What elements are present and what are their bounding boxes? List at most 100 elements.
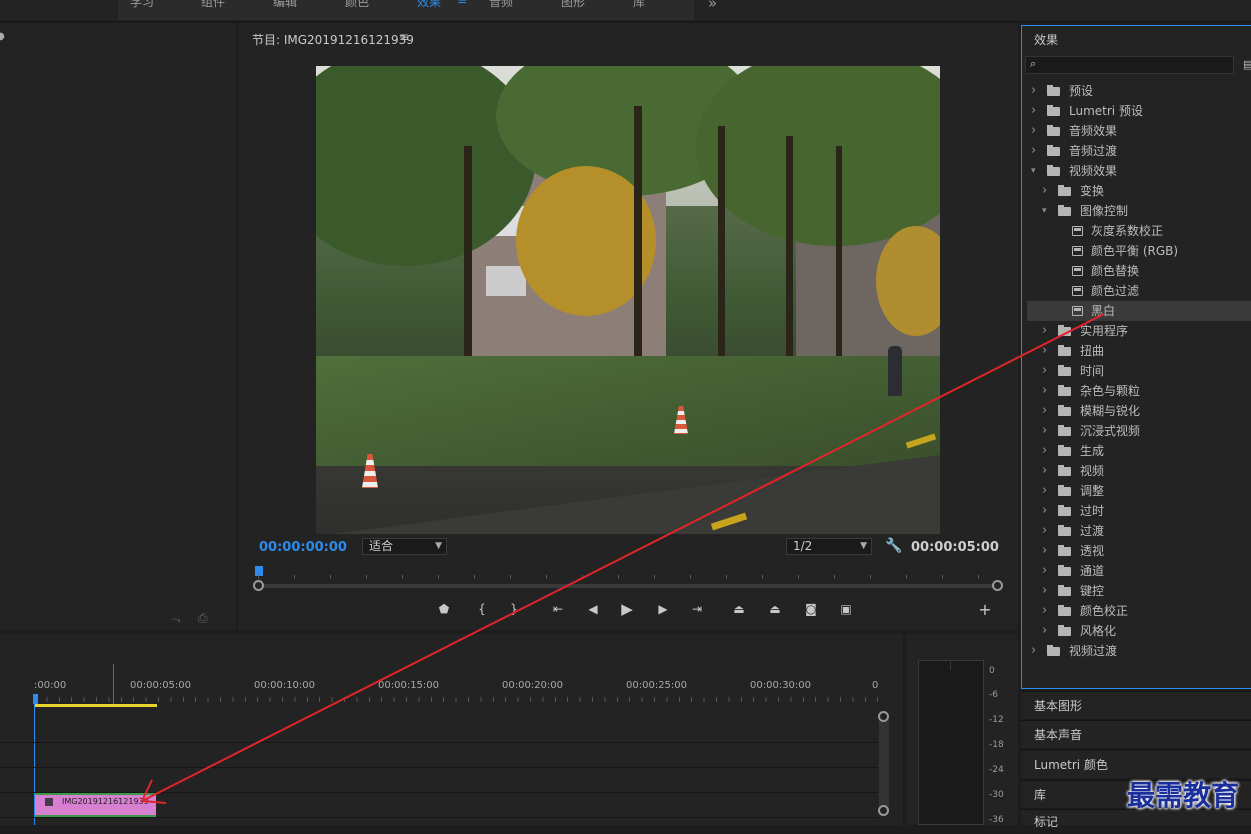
workspace-tab-effects[interactable]: 效果 <box>417 0 441 10</box>
panel-essential-graphics[interactable]: 基本图形 <box>1021 691 1251 719</box>
chevron-right-icon[interactable]: › <box>1031 101 1036 121</box>
effect-item[interactable]: 颜色平衡 (RGB) <box>1027 241 1251 261</box>
chevron-right-icon[interactable]: › <box>1042 381 1047 401</box>
button-editor-plus-icon[interactable]: + <box>977 600 993 619</box>
chevron-right-icon[interactable]: › <box>1031 81 1036 101</box>
effects-folder-item[interactable]: › 调整 <box>1027 481 1251 501</box>
effects-folder-item[interactable]: › 音频效果 <box>1027 121 1251 141</box>
effects-folder-item[interactable]: › 视频过渡 <box>1027 641 1251 661</box>
panel-menu-icon[interactable]: ≡ <box>399 30 409 44</box>
playhead-timecode[interactable]: 00:00:00:00 <box>259 540 347 555</box>
zoom-scroll-bar[interactable] <box>258 584 998 588</box>
vscroll-handle-top[interactable] <box>878 711 889 722</box>
workspace-tab-learning[interactable]: 学习 <box>130 0 154 10</box>
chevron-right-icon[interactable]: › <box>1042 321 1047 341</box>
insert-icon[interactable]: ⎙ <box>198 611 208 626</box>
video-preview[interactable] <box>316 66 940 534</box>
chevron-right-icon[interactable]: › <box>1042 601 1047 621</box>
zoom-dropdown[interactable]: 适合 ▼ <box>362 538 447 555</box>
effects-folder-item[interactable]: › 变换 <box>1027 181 1251 201</box>
scroll-handle-left[interactable] <box>253 580 264 591</box>
chevron-right-icon[interactable]: › <box>1042 461 1047 481</box>
effects-folder-item[interactable]: › 预设 <box>1027 81 1251 101</box>
workspace-tab-graphics[interactable]: 图形 <box>561 0 585 10</box>
chevron-right-icon[interactable]: › <box>1042 581 1047 601</box>
workspace-tab-color[interactable]: 颜色 <box>345 0 369 10</box>
chevron-right-icon[interactable]: › <box>1031 641 1036 661</box>
effect-icon <box>1072 246 1083 256</box>
add-marker-icon[interactable]: ⬟ <box>436 602 452 616</box>
effect-item[interactable]: 颜色替换 <box>1027 261 1251 281</box>
step-back-icon[interactable]: ◀ <box>585 602 601 616</box>
go-to-out-icon[interactable]: ⇥ <box>689 602 705 616</box>
effects-search-input[interactable]: ⌕ <box>1025 56 1234 74</box>
chevron-down-icon[interactable]: ▾ <box>1031 161 1036 181</box>
chevron-right-icon[interactable]: › <box>1042 441 1047 461</box>
mark-out-icon[interactable]: } <box>506 602 522 616</box>
work-area-bar[interactable] <box>34 704 157 707</box>
chevron-down-icon[interactable]: ▾ <box>1042 201 1047 221</box>
effects-folder-item[interactable]: › 实用程序 <box>1027 321 1251 341</box>
workspace-tab-audio[interactable]: 音频 <box>489 0 513 10</box>
export-frame-icon[interactable]: ◙ <box>803 602 819 616</box>
lift-icon[interactable]: ⏏ <box>731 602 747 616</box>
effects-folder-item[interactable]: › 过时 <box>1027 501 1251 521</box>
video-clip[interactable]: IMG20191216121939 <box>35 793 156 817</box>
effect-item[interactable]: 颜色过滤 <box>1027 281 1251 301</box>
scroll-handle-right[interactable] <box>992 580 1003 591</box>
effects-folder-item[interactable]: ▾ 图像控制 <box>1027 201 1251 221</box>
effects-folder-item[interactable]: › 生成 <box>1027 441 1251 461</box>
chevron-right-icon[interactable]: › <box>1042 481 1047 501</box>
chevron-right-icon[interactable]: › <box>1042 341 1047 361</box>
resolution-dropdown[interactable]: 1/2 ▼ <box>786 538 872 555</box>
effects-folder-item[interactable]: › 扭曲 <box>1027 341 1251 361</box>
panel-essential-sound[interactable]: 基本声音 <box>1021 720 1251 748</box>
chevron-right-icon[interactable]: › <box>1031 121 1036 141</box>
chevron-right-icon[interactable]: › <box>1042 421 1047 441</box>
extract-icon[interactable]: ⏏ <box>767 602 783 616</box>
chevron-right-icon[interactable]: › <box>1042 401 1047 421</box>
export-frame-icon[interactable]: ⤳ <box>172 613 181 627</box>
effects-folder-item[interactable]: › 模糊与锐化 <box>1027 401 1251 421</box>
effects-folder-item[interactable]: › 键控 <box>1027 581 1251 601</box>
chevron-right-icon[interactable]: › <box>1031 141 1036 161</box>
mark-in-icon[interactable]: { <box>474 602 490 616</box>
effect-item[interactable]: 黑白 <box>1027 301 1251 321</box>
effects-folder-item[interactable]: › 沉浸式视频 <box>1027 421 1251 441</box>
chevron-right-icon[interactable]: › <box>1042 541 1047 561</box>
effects-folder-item[interactable]: › 杂色与颗粒 <box>1027 381 1251 401</box>
chevron-right-icon[interactable]: › <box>1042 621 1047 641</box>
chevron-right-icon[interactable]: › <box>1042 521 1047 541</box>
chevron-right-icon[interactable]: › <box>1042 181 1047 201</box>
go-to-in-icon[interactable]: ⇤ <box>550 602 566 616</box>
effects-folder-item[interactable]: › 通道 <box>1027 561 1251 581</box>
effect-item[interactable]: 灰度系数校正 <box>1027 221 1251 241</box>
vscroll-handle-bottom[interactable] <box>878 805 889 816</box>
play-icon[interactable]: ▶ <box>619 600 635 618</box>
effects-folder-item[interactable]: › 透视 <box>1027 541 1251 561</box>
chevron-right-icon[interactable]: › <box>1042 361 1047 381</box>
more-workspaces-icon[interactable]: » <box>708 0 717 12</box>
workspace-tab-assembly[interactable]: 组件 <box>201 0 225 10</box>
effects-folder-item[interactable]: › 颜色校正 <box>1027 601 1251 621</box>
effects-folder-item[interactable]: › 风格化 <box>1027 621 1251 641</box>
compare-view-icon[interactable]: ▣ <box>838 602 854 616</box>
step-forward-icon[interactable]: ▶ <box>655 602 671 616</box>
effects-item-label: 变换 <box>1080 184 1105 198</box>
workspace-tab-libraries[interactable]: 库 <box>633 0 645 10</box>
effects-folder-item[interactable]: › 音频过渡 <box>1027 141 1251 161</box>
timeline-playhead-marker[interactable] <box>33 694 38 704</box>
effects-item-label: 沉浸式视频 <box>1080 424 1141 438</box>
timeline-vertical-scrollbar[interactable] <box>879 716 889 816</box>
chevron-right-icon[interactable]: › <box>1042 561 1047 581</box>
effects-folder-item[interactable]: ▾ 视频效果 <box>1027 161 1251 181</box>
workspace-menu-icon[interactable]: ≡ <box>457 0 467 7</box>
new-bin-icon[interactable]: ▤ <box>1243 58 1251 71</box>
effects-folder-item[interactable]: › 视频 <box>1027 461 1251 481</box>
effects-folder-item[interactable]: › Lumetri 预设 <box>1027 101 1251 121</box>
settings-wrench-icon[interactable]: 🔧 <box>885 538 902 554</box>
effects-folder-item[interactable]: › 过渡 <box>1027 521 1251 541</box>
workspace-tab-editing[interactable]: 编辑 <box>273 0 297 10</box>
effects-folder-item[interactable]: › 时间 <box>1027 361 1251 381</box>
chevron-right-icon[interactable]: › <box>1042 501 1047 521</box>
